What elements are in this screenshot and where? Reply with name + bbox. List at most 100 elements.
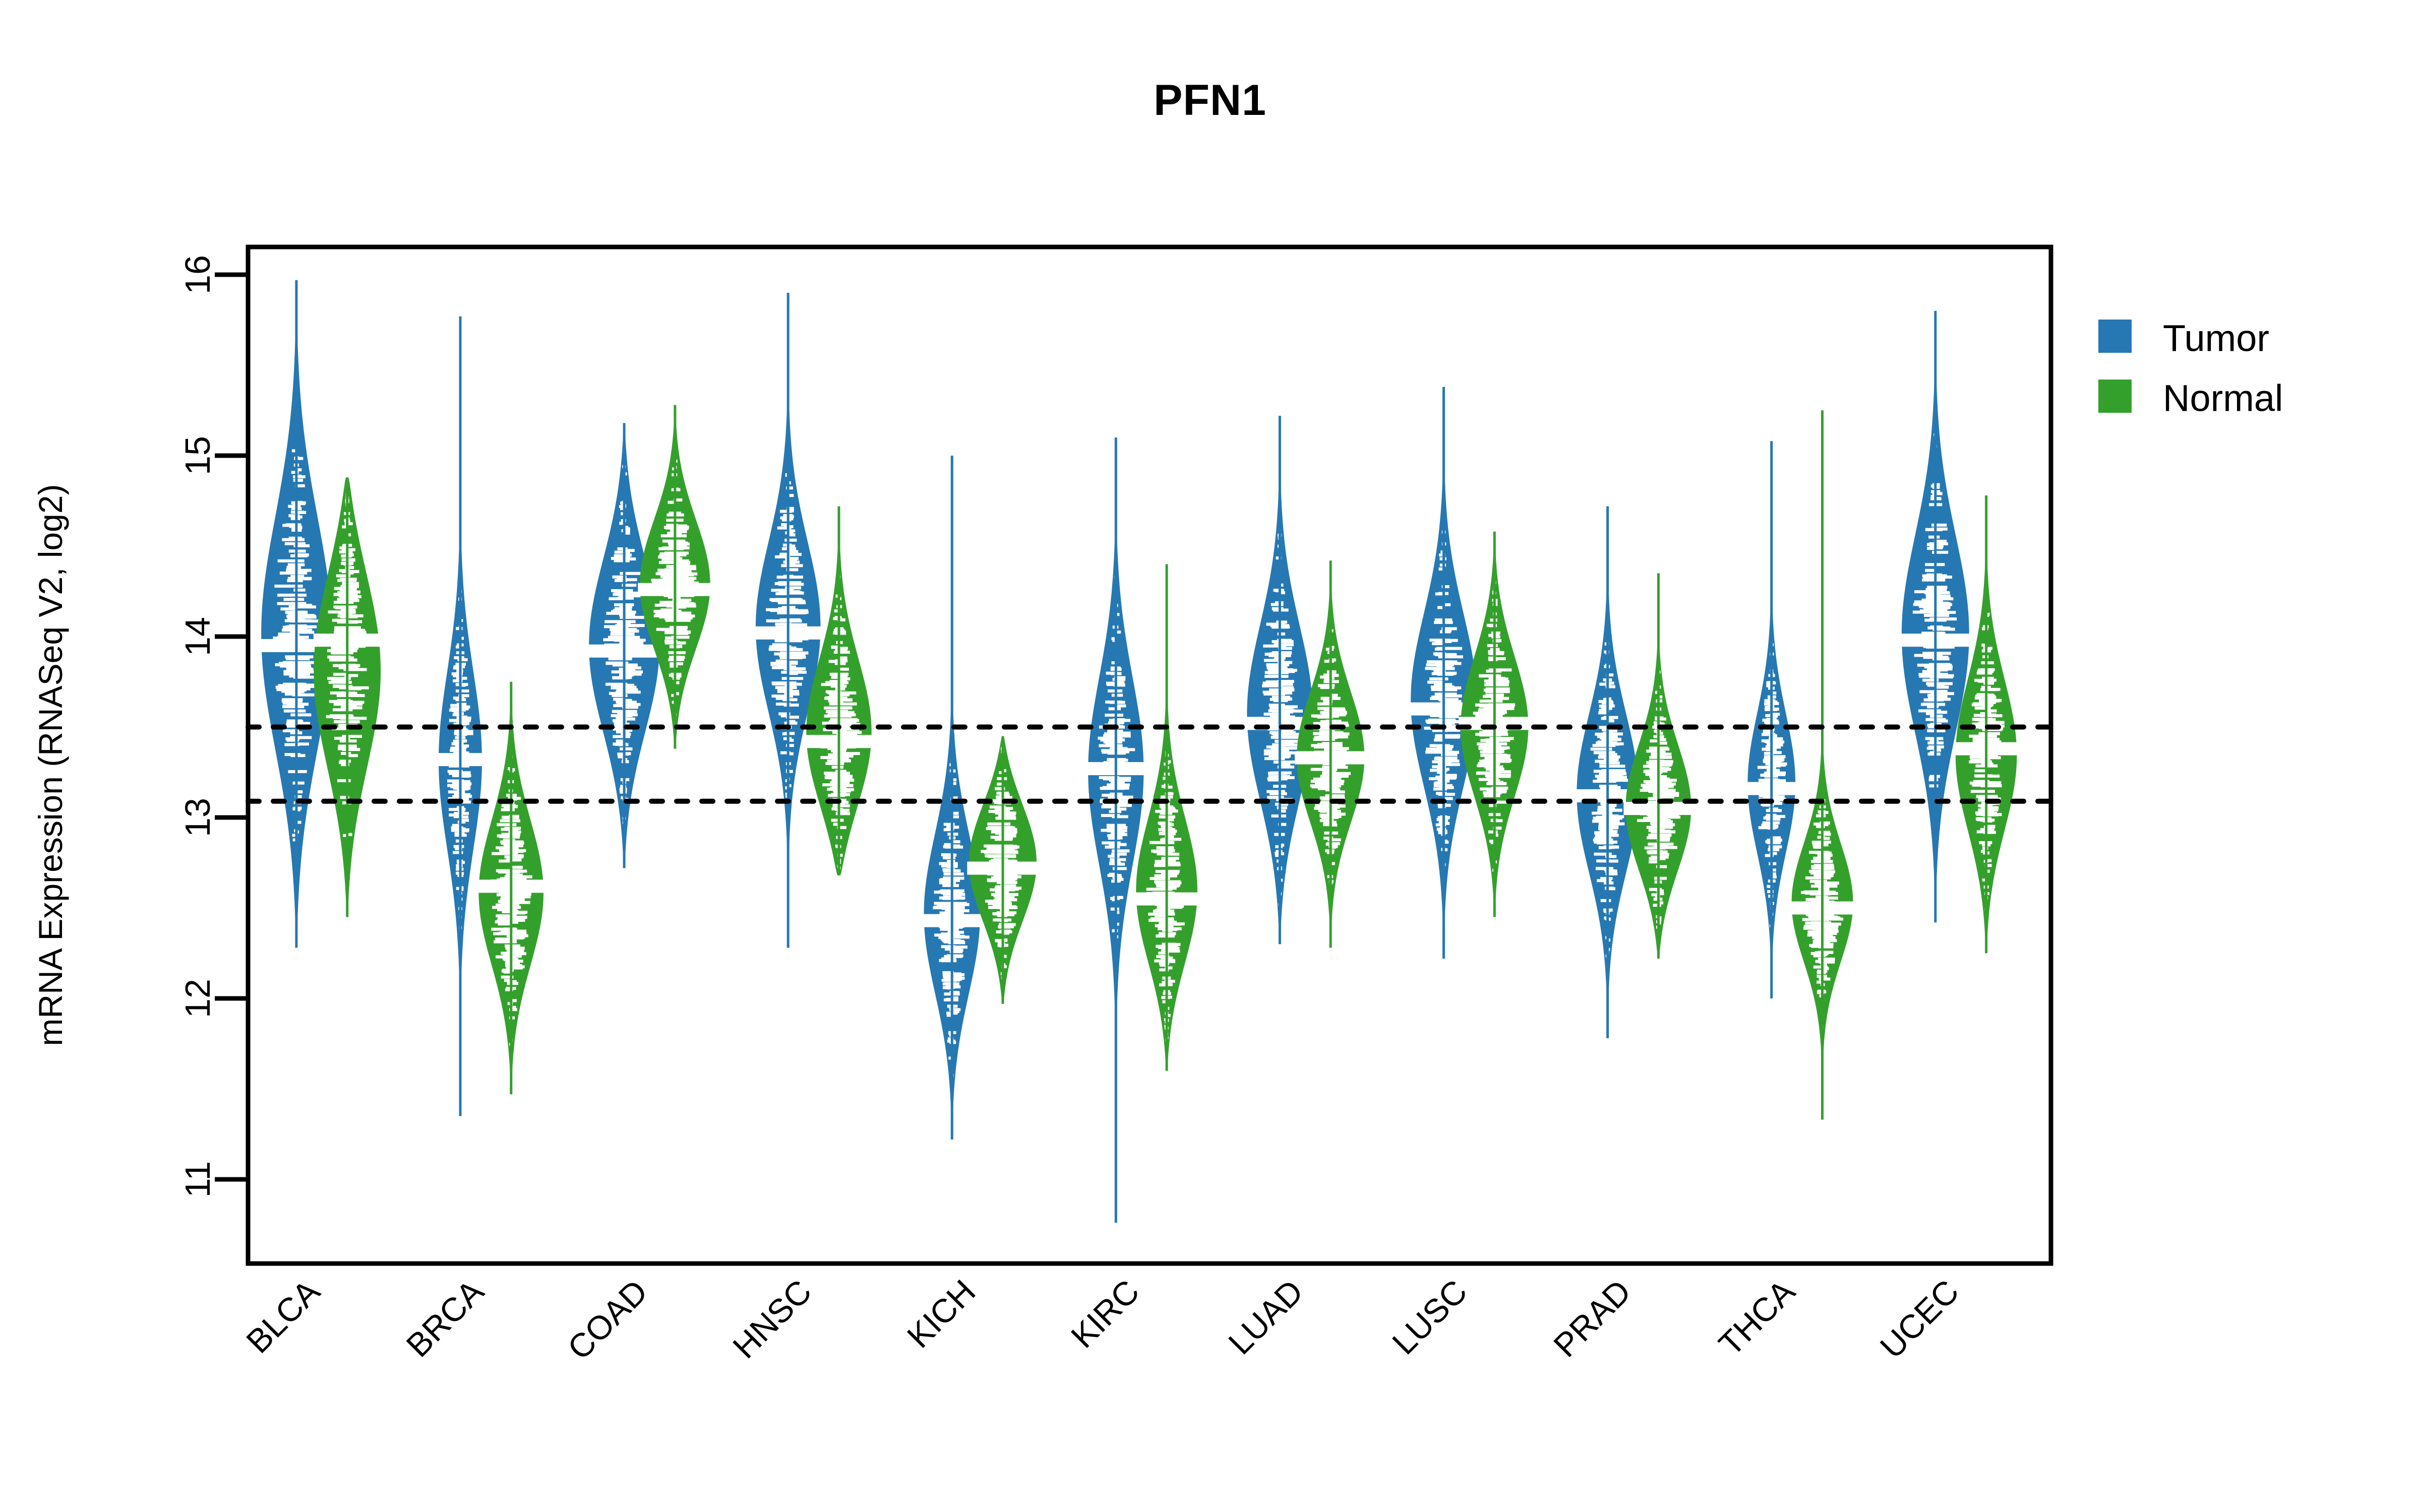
violin-tumor-kirc[interactable] bbox=[1086, 437, 1146, 1223]
observation-line bbox=[1981, 661, 1994, 665]
observation-line bbox=[293, 479, 303, 482]
observation-line bbox=[1594, 840, 1617, 844]
observation-line bbox=[1981, 687, 2001, 691]
violin-normal-hnsc[interactable] bbox=[804, 506, 874, 875]
observation-line bbox=[290, 713, 312, 717]
observation-line bbox=[1111, 833, 1127, 836]
observation-line bbox=[1108, 854, 1120, 858]
observation-line bbox=[613, 735, 630, 738]
violin-normal-brca[interactable] bbox=[476, 681, 546, 1095]
observation-line bbox=[1488, 788, 1505, 792]
observation-line bbox=[1107, 683, 1120, 686]
observation-line bbox=[333, 605, 357, 609]
observation-line bbox=[1649, 888, 1662, 891]
observation-line bbox=[1819, 977, 1831, 981]
observation-line bbox=[820, 756, 849, 760]
y-tick-label: 15 bbox=[178, 436, 217, 475]
observation-line bbox=[1263, 749, 1290, 752]
observation-line bbox=[1592, 811, 1613, 815]
observation-line bbox=[1322, 770, 1336, 774]
observation-line bbox=[995, 832, 1017, 835]
observation-line bbox=[1488, 652, 1503, 655]
observation-line bbox=[1595, 867, 1614, 870]
observation-line bbox=[781, 518, 792, 522]
observation-line bbox=[289, 615, 317, 619]
violin-tumor-thca[interactable] bbox=[1745, 441, 1797, 998]
violin-tumor-lusc[interactable] bbox=[1409, 387, 1479, 959]
observation-line bbox=[1918, 709, 1941, 713]
legend-swatch-normal[interactable] bbox=[2098, 380, 2132, 413]
observation-line bbox=[1280, 763, 1291, 766]
observation-line bbox=[1765, 824, 1775, 827]
violin-normal-kirc[interactable] bbox=[1134, 564, 1199, 1071]
observation-line bbox=[342, 570, 359, 574]
observation-line bbox=[1167, 818, 1174, 822]
observation-line bbox=[456, 703, 467, 706]
observation-line bbox=[943, 872, 964, 876]
observation-line bbox=[290, 672, 309, 675]
violin-tumor-brca[interactable] bbox=[436, 316, 484, 1116]
legend-swatch-tumor[interactable] bbox=[2098, 320, 2132, 353]
observation-line bbox=[1599, 765, 1625, 768]
observation-line bbox=[1925, 528, 1942, 531]
observation-line bbox=[1768, 848, 1780, 851]
observation-line bbox=[1435, 661, 1447, 664]
observation-line bbox=[282, 661, 315, 664]
violin-normal-lusc[interactable] bbox=[1459, 531, 1531, 917]
violin-normal-blca[interactable] bbox=[313, 477, 381, 917]
observation-line bbox=[623, 666, 641, 670]
observation-line bbox=[831, 766, 843, 769]
observation-line bbox=[1763, 773, 1786, 776]
observation-line bbox=[277, 593, 307, 597]
observation-line bbox=[661, 628, 676, 632]
legend-label-normal[interactable]: Normal bbox=[2163, 377, 2283, 419]
observation-line bbox=[1154, 874, 1166, 877]
observation-line bbox=[282, 705, 304, 709]
observation-line bbox=[1103, 786, 1123, 789]
observation-line bbox=[614, 637, 629, 641]
observation-line bbox=[942, 856, 955, 859]
observation-line bbox=[943, 853, 957, 857]
observation-line bbox=[771, 681, 797, 685]
violin-tumor-hnsc[interactable] bbox=[754, 292, 823, 948]
observation-line bbox=[1814, 927, 1835, 931]
observation-line bbox=[1921, 598, 1941, 602]
observation-line bbox=[290, 554, 308, 557]
legend-label-tumor[interactable]: Tumor bbox=[2163, 318, 2269, 359]
violin-normal-luad[interactable] bbox=[1295, 560, 1367, 948]
violin-normal-kich[interactable] bbox=[967, 736, 1039, 1004]
observation-line bbox=[1325, 794, 1342, 797]
observation-line bbox=[1762, 747, 1776, 751]
observation-line bbox=[1325, 707, 1345, 711]
violin-normal-thca[interactable] bbox=[1789, 410, 1855, 1120]
observation-line bbox=[1156, 846, 1174, 850]
observation-line bbox=[617, 712, 635, 715]
violin-tumor-ucec[interactable] bbox=[1899, 310, 1971, 923]
violin-tumor-luad[interactable] bbox=[1245, 416, 1315, 944]
violin-normal-prad[interactable] bbox=[1623, 573, 1693, 959]
observation-line bbox=[779, 618, 801, 621]
x-tick-label-kirc: KIRC bbox=[1064, 1273, 1146, 1355]
observation-line bbox=[1483, 794, 1500, 797]
observation-line bbox=[1652, 790, 1668, 794]
observation-line bbox=[1600, 899, 1611, 902]
x-tick-label-coad: COAD bbox=[560, 1273, 654, 1367]
observation-line bbox=[1974, 707, 1991, 710]
observation-line bbox=[1807, 930, 1832, 933]
legend-group[interactable]: Tumor Normal bbox=[2098, 318, 2283, 419]
violin-tumor-kich[interactable] bbox=[922, 456, 982, 1140]
violin-normal-ucec[interactable] bbox=[1954, 495, 2019, 954]
observation-line bbox=[289, 619, 321, 623]
observation-line bbox=[289, 525, 300, 528]
observation-line bbox=[940, 927, 959, 931]
observation-line bbox=[658, 555, 680, 559]
observation-line bbox=[1816, 814, 1826, 817]
observation-line bbox=[1272, 651, 1291, 655]
observation-line bbox=[1808, 898, 1827, 901]
observation-line bbox=[825, 681, 849, 684]
x-tick-label-ucec: UCEC bbox=[1873, 1273, 1966, 1366]
observation-line bbox=[614, 554, 631, 557]
observation-line bbox=[277, 636, 309, 639]
observation-line bbox=[1270, 735, 1300, 739]
observation-line bbox=[947, 976, 965, 980]
